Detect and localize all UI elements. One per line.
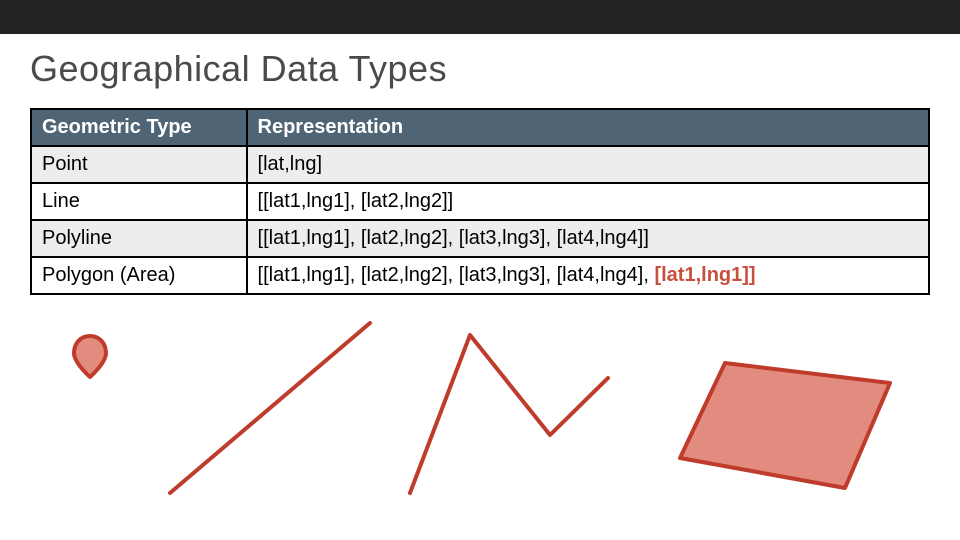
header-geometric-type: Geometric Type xyxy=(31,109,247,146)
polygon-icon xyxy=(670,353,900,503)
cell-type: Point xyxy=(31,146,247,183)
point-icon xyxy=(70,333,110,383)
repr-highlight: [lat1,lng1]] xyxy=(654,264,755,286)
cell-type: Polygon (Area) xyxy=(31,257,247,294)
line-icon xyxy=(160,313,380,503)
cell-type: Polyline xyxy=(31,220,247,257)
cell-repr: [[lat1,lng1], [lat2,lng2], [lat3,lng3], … xyxy=(247,220,929,257)
table-header-row: Geometric Type Representation xyxy=(31,109,929,146)
repr-main: [[lat1,lng1], [lat2,lng2], [lat3,lng3], … xyxy=(258,264,655,286)
table-row: Polygon (Area) [[lat1,lng1], [lat2,lng2]… xyxy=(31,257,929,294)
cell-type: Line xyxy=(31,183,247,220)
polyline-icon xyxy=(400,323,620,503)
header-representation: Representation xyxy=(247,109,929,146)
illustrations xyxy=(30,313,930,513)
top-bar xyxy=(0,0,960,34)
cell-repr: [lat,lng] xyxy=(247,146,929,183)
slide-title: Geographical Data Types xyxy=(30,48,930,90)
table-row: Point [lat,lng] xyxy=(31,146,929,183)
slide-content: Geographical Data Types Geometric Type R… xyxy=(0,34,960,513)
cell-repr: [[lat1,lng1], [lat2,lng2]] xyxy=(247,183,929,220)
geo-table: Geometric Type Representation Point [lat… xyxy=(30,108,930,295)
table-row: Line [[lat1,lng1], [lat2,lng2]] xyxy=(31,183,929,220)
table-row: Polyline [[lat1,lng1], [lat2,lng2], [lat… xyxy=(31,220,929,257)
cell-repr: [[lat1,lng1], [lat2,lng2], [lat3,lng3], … xyxy=(247,257,929,294)
